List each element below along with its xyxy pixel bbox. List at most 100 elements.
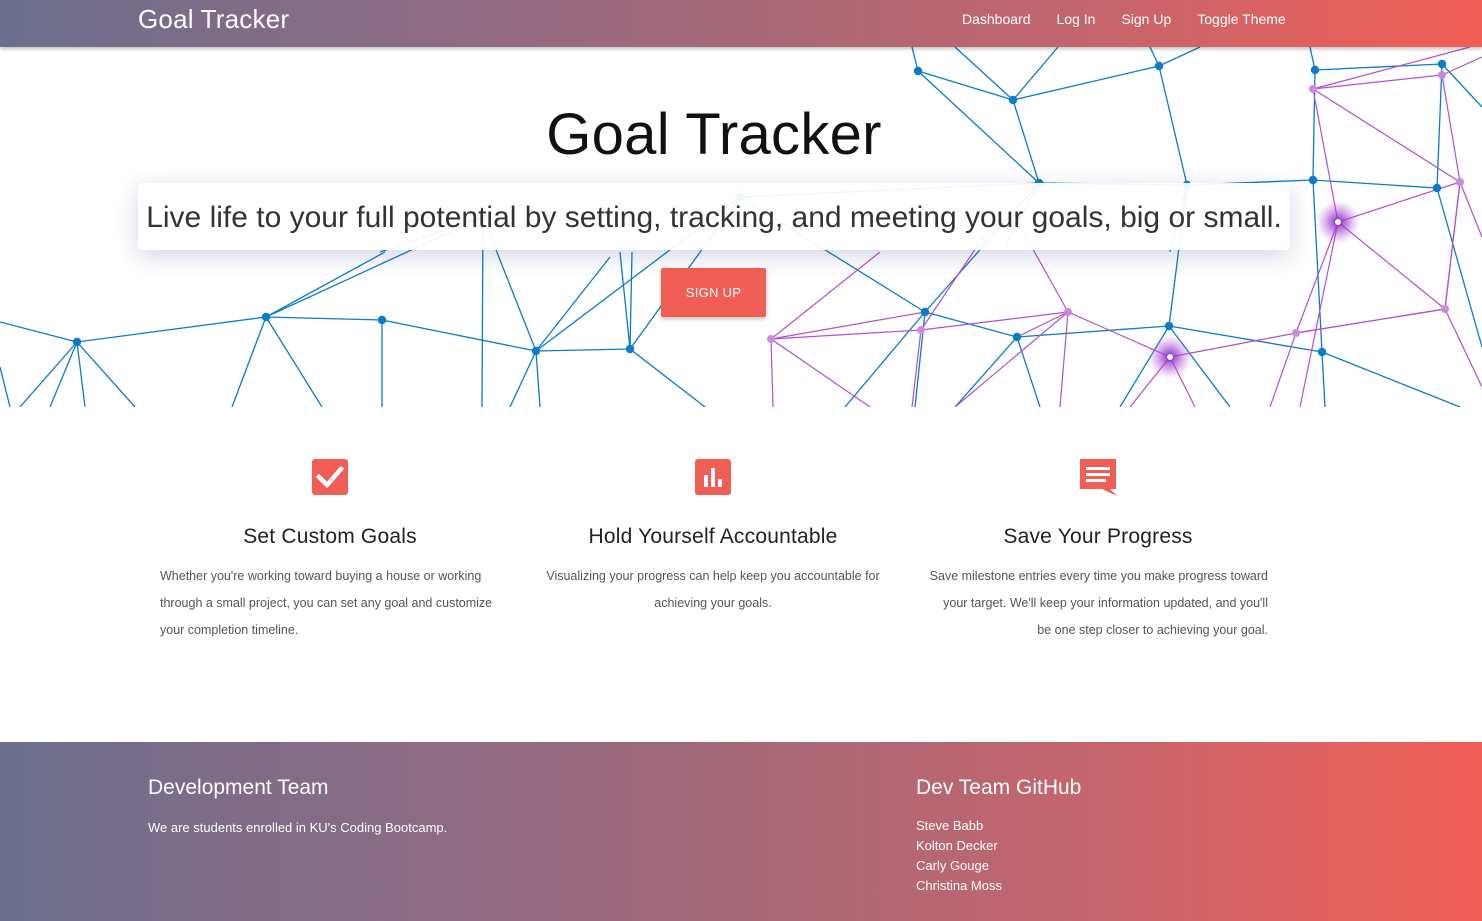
footer-team: Development Team We are students enrolle… [148, 776, 447, 835]
footer-github: Dev Team GitHub Steve Babb Kolton Decker… [916, 776, 1081, 896]
list-item: Kolton Decker [916, 836, 1081, 856]
footer-team-text: We are students enrolled in KU's Coding … [148, 820, 448, 835]
network-node [1292, 329, 1300, 337]
network-line [49, 341, 78, 407]
network-node [531, 346, 541, 356]
network-node [1154, 61, 1164, 71]
nav-toggle-theme[interactable]: Toggle Theme [1197, 11, 1285, 27]
hero-title: Goal Tracker [546, 102, 882, 167]
network-line [844, 311, 926, 407]
signup-button[interactable]: Sign Up [661, 268, 766, 317]
features-section: Set Custom Goals Whether you're working … [0, 407, 1482, 742]
network-line [231, 316, 267, 407]
network-line [76, 341, 86, 407]
network-line [770, 338, 871, 407]
network-line [1312, 74, 1443, 90]
network-node [1441, 305, 1449, 313]
network-line [509, 350, 537, 407]
network-line [76, 316, 267, 343]
nav-dashboard[interactable]: Dashboard [962, 11, 1031, 27]
network-line [1299, 221, 1339, 407]
network-node [1167, 354, 1173, 360]
bar-chart-icon [695, 459, 731, 495]
chat-bubble-icon [1080, 459, 1117, 496]
network-line [629, 348, 706, 407]
feature-set-goals: Set Custom Goals Whether you're working … [160, 457, 500, 644]
network-node [377, 315, 387, 325]
network-node [1310, 65, 1320, 75]
network-node [920, 307, 930, 317]
network-line [1168, 325, 1323, 353]
network-line [924, 311, 1018, 338]
network-line [954, 311, 1069, 407]
network-line [1321, 351, 1326, 407]
network-node [1438, 71, 1446, 79]
network-line [920, 311, 1069, 331]
network-line [0, 321, 78, 343]
network-node [917, 326, 925, 334]
feature-title: Set Custom Goals [243, 525, 417, 548]
network-line [1314, 63, 1443, 71]
github-link-steve-babb[interactable]: Steve Babb [916, 818, 983, 833]
network-line [1444, 308, 1482, 388]
feature-text: Visualizing your progress can help keep … [546, 569, 880, 610]
network-node [72, 337, 82, 347]
nav-links: Dashboard Log In Sign Up Toggle Theme [962, 11, 1312, 27]
network-line [265, 251, 386, 318]
network-line [1444, 181, 1461, 310]
network-node [261, 312, 271, 322]
network-line [954, 47, 1014, 101]
network-line [1016, 336, 1041, 407]
network-line [535, 350, 541, 407]
github-list: Steve Babb Kolton Decker Carly Gouge Chr… [916, 816, 1081, 896]
network-line [1312, 179, 1323, 353]
network-line [1441, 63, 1482, 108]
network-line [1059, 311, 1069, 407]
network-line [1441, 74, 1461, 183]
tagline-card: Live life to your full potential by sett… [138, 183, 1290, 250]
feature-accountable: Hold Yourself Accountable Visualizing yo… [543, 457, 883, 617]
network-node [1164, 321, 1174, 331]
feature-title: Save Your Progress [1003, 525, 1193, 548]
network-line [19, 341, 78, 407]
feature-save-progress: Save Your Progress Save milestone entrie… [928, 457, 1268, 644]
network-node [1317, 347, 1327, 357]
network-line [1436, 187, 1482, 348]
network-line [619, 251, 631, 350]
nav-login[interactable]: Log In [1057, 11, 1096, 27]
network-line [1441, 56, 1482, 76]
network-line [535, 348, 631, 352]
tagline: Live life to your full potential by sett… [146, 201, 1282, 234]
footer-github-heading: Dev Team GitHub [916, 776, 1082, 799]
network-node [1456, 178, 1464, 186]
network-node [1064, 308, 1072, 316]
network-node [767, 335, 775, 343]
network-line [1321, 351, 1461, 407]
nav-signup[interactable]: Sign Up [1121, 11, 1171, 27]
github-link-christina-moss[interactable]: Christina Moss [916, 878, 1002, 893]
navbar: Goal Tracker Dashboard Log In Sign Up To… [0, 0, 1482, 47]
github-link-carly-gouge[interactable]: Carly Gouge [916, 858, 989, 873]
network-line [770, 251, 881, 340]
list-item: Steve Babb [916, 816, 1081, 836]
brand-logo[interactable]: Goal Tracker [138, 4, 289, 35]
network-node [1012, 332, 1022, 342]
network-node [913, 66, 923, 76]
footer-team-heading: Development Team [148, 776, 329, 799]
network-node [1437, 59, 1447, 69]
feature-text: Whether you're working toward buying a h… [160, 569, 493, 637]
network-line [770, 338, 774, 407]
network-line [1158, 47, 1201, 67]
network-line [265, 316, 323, 407]
feature-text: Save milestone entries every time you ma… [929, 569, 1268, 637]
network-node [1432, 183, 1442, 193]
list-item: Christina Moss [916, 876, 1081, 896]
network-line [1459, 181, 1482, 238]
network-node [1309, 85, 1317, 93]
github-link-kolton-decker[interactable]: Kolton Decker [916, 838, 998, 853]
network-line [629, 251, 633, 350]
network-line [0, 366, 11, 407]
footer: Development Team We are students enrolle… [0, 742, 1482, 921]
list-item: Carly Gouge [916, 856, 1081, 876]
network-line [76, 341, 136, 407]
